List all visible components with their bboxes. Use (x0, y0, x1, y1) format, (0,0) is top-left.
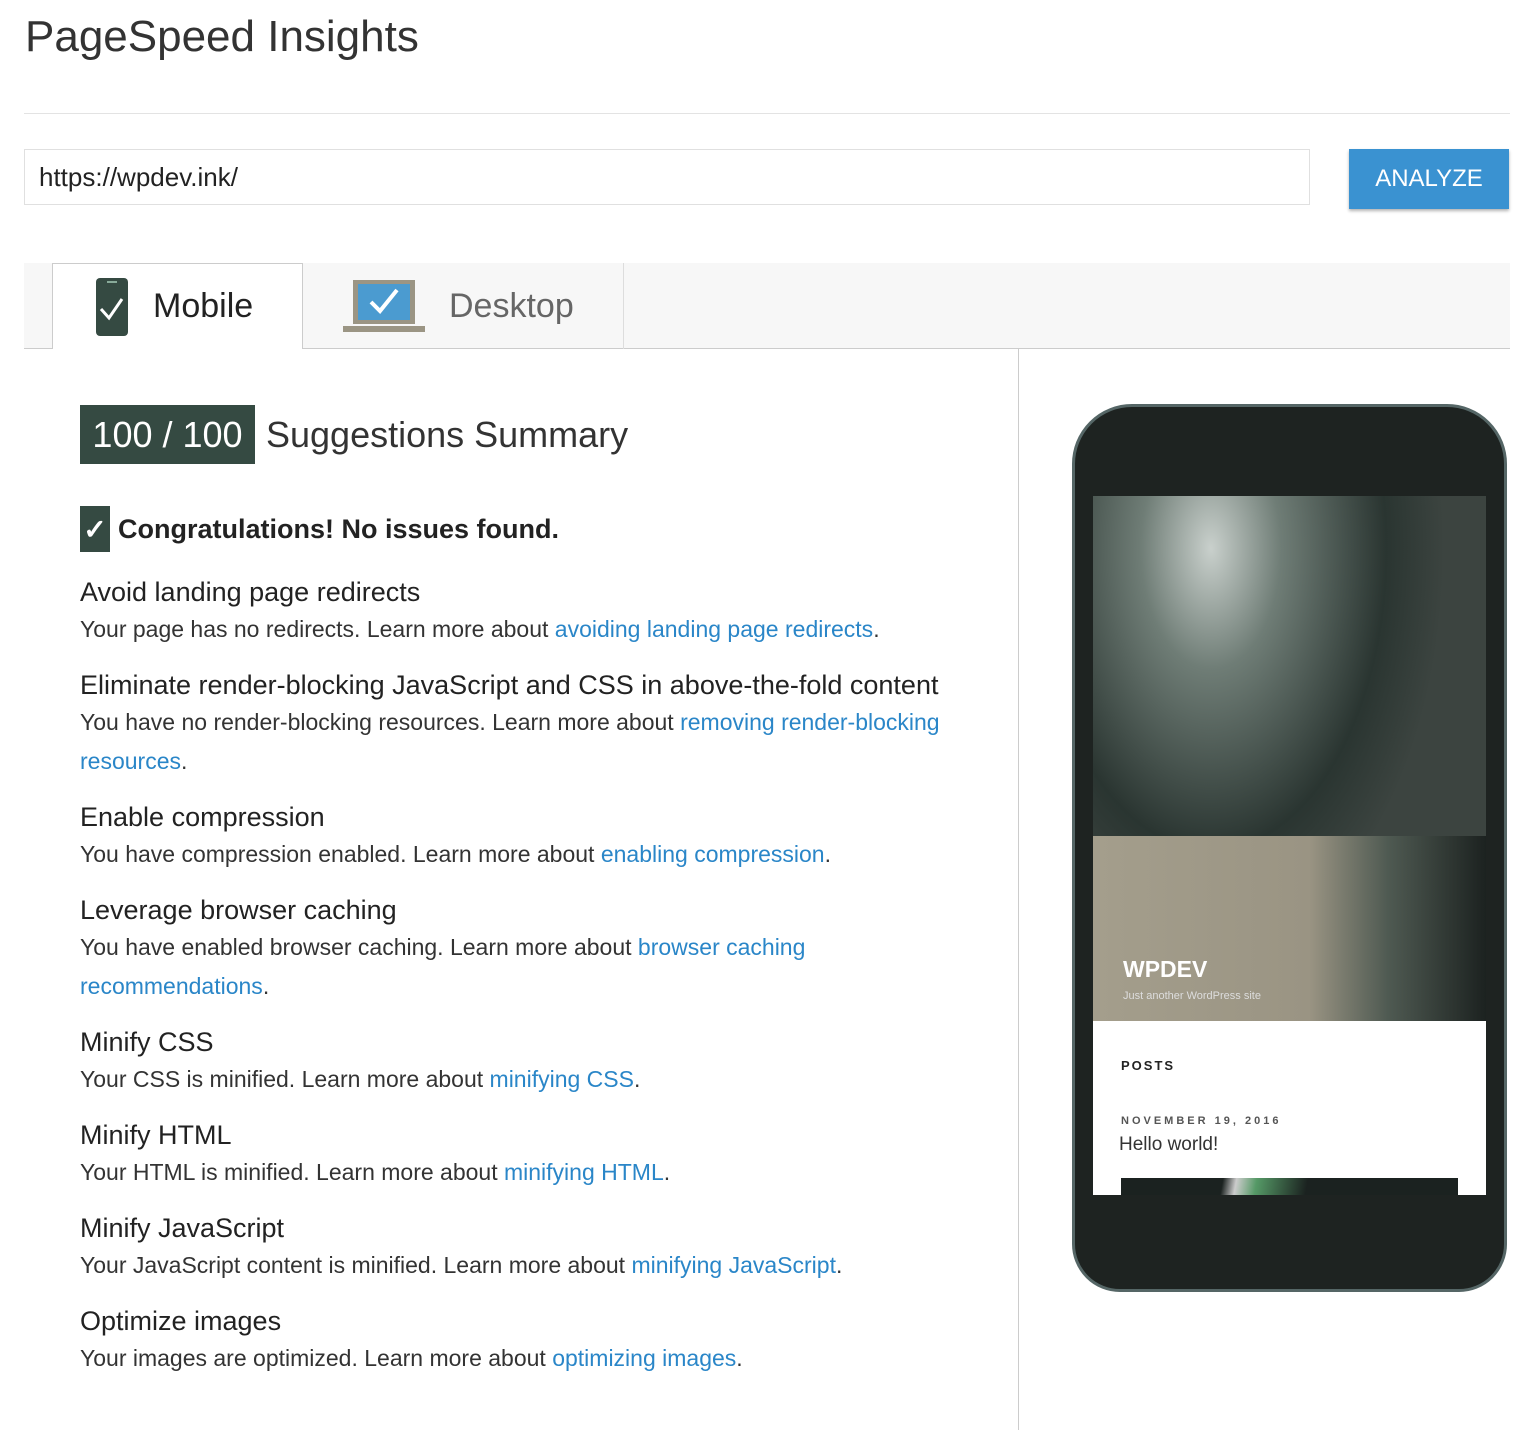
summary-title: Suggestions Summary (266, 414, 629, 455)
rule-text: You have no render-blocking resources. L… (80, 709, 681, 735)
rule-text: Your CSS is minified. Learn more about (80, 1066, 490, 1092)
tab-label: Mobile (153, 287, 254, 325)
hero-image: WPDEV Just another WordPress site (1093, 496, 1486, 1021)
learn-more-link[interactable]: avoiding landing page redirects (555, 616, 873, 642)
rule-description: You have compression enabled. Learn more… (80, 841, 831, 867)
tab-label: Desktop (449, 286, 574, 325)
rule-item: Leverage browser caching You have enabled… (80, 892, 1000, 1006)
rule-title: Enable compression (80, 802, 325, 832)
rule-title: Minify JavaScript (80, 1213, 285, 1243)
rule-item: Minify HTML Your HTML is minified. Learn … (80, 1117, 1000, 1192)
page-title: PageSpeed Insights (25, 12, 419, 61)
rule-title: Optimize images (80, 1306, 282, 1336)
rule-description: Your HTML is minified. Learn more about … (80, 1159, 671, 1185)
check-icon: ✓ (80, 506, 110, 552)
site-tagline: Just another WordPress site (1123, 990, 1261, 1002)
rule-item: Minify JavaScript Your JavaScript content… (80, 1210, 1000, 1285)
rule-title: Eliminate render-blocking JavaScript and… (80, 670, 939, 700)
score-badge: 100 / 100 (80, 405, 255, 464)
congrats-text: Congratulations! No issues found. (118, 513, 560, 544)
congrats-message: ✓ Congratulations! No issues found. (80, 506, 559, 552)
learn-more-link[interactable]: minifying JavaScript (631, 1252, 836, 1278)
rule-item: Minify CSS Your CSS is minified. Learn mo… (80, 1024, 1000, 1099)
rule-description: You have enabled browser caching. Learn … (80, 934, 806, 999)
rule-description: Your CSS is minified. Learn more about m… (80, 1066, 641, 1092)
url-input[interactable] (24, 149, 1310, 205)
rule-description: You have no render-blocking resources. L… (80, 709, 940, 774)
mobile-check-icon (96, 277, 128, 336)
mobile-preview: WPDEV Just another WordPress site POSTS … (1093, 496, 1486, 1195)
rule-text: Your page has no redirects. Learn more a… (80, 616, 555, 642)
tab-desktop[interactable]: Desktop (303, 263, 624, 349)
divider (24, 113, 1510, 114)
rule-item: Avoid landing page redirects Your page ha… (80, 574, 1000, 649)
rule-description: Your JavaScript content is minified. Lea… (80, 1252, 843, 1278)
rule-title: Minify CSS (80, 1027, 214, 1057)
device-tabs: Mobile Desktop (24, 263, 1510, 349)
rule-text: You have compression enabled. Learn more… (80, 841, 601, 867)
rule-title: Avoid landing page redirects (80, 577, 421, 607)
post-title: Hello world! (1119, 1134, 1219, 1155)
rule-item: Eliminate render-blocking JavaScript and… (80, 667, 1000, 781)
rule-description: Your page has no redirects. Learn more a… (80, 616, 880, 642)
site-title: WPDEV (1123, 956, 1208, 982)
rule-description: Your images are optimized. Learn more ab… (80, 1345, 743, 1371)
learn-more-link[interactable]: minifying CSS (490, 1066, 634, 1092)
posts-label: POSTS (1121, 1058, 1176, 1073)
post-image (1121, 1178, 1458, 1195)
learn-more-link[interactable]: minifying HTML (504, 1159, 664, 1185)
rule-text: Your JavaScript content is minified. Lea… (80, 1252, 632, 1278)
desktop-check-icon (343, 280, 425, 332)
rule-item: Optimize images Your images are optimized… (80, 1303, 1000, 1378)
rule-title: Leverage browser caching (80, 895, 397, 925)
rule-text: You have enabled browser caching. Learn … (80, 934, 638, 960)
post-date: NOVEMBER 19, 2016 (1121, 1115, 1282, 1127)
divider (1018, 349, 1019, 1430)
learn-more-link[interactable]: optimizing images (552, 1345, 736, 1371)
learn-more-link[interactable]: enabling compression (601, 841, 825, 867)
rule-text: Your HTML is minified. Learn more about (80, 1159, 504, 1185)
rule-title: Minify HTML (80, 1120, 232, 1150)
rule-text: Your images are optimized. Learn more ab… (80, 1345, 553, 1371)
rule-item: Enable compression You have compression e… (80, 799, 1000, 874)
analyze-button[interactable]: ANALYZE (1349, 149, 1509, 209)
tab-mobile[interactable]: Mobile (52, 263, 303, 349)
rules-list: Avoid landing page redirects Your page ha… (80, 574, 1000, 1396)
